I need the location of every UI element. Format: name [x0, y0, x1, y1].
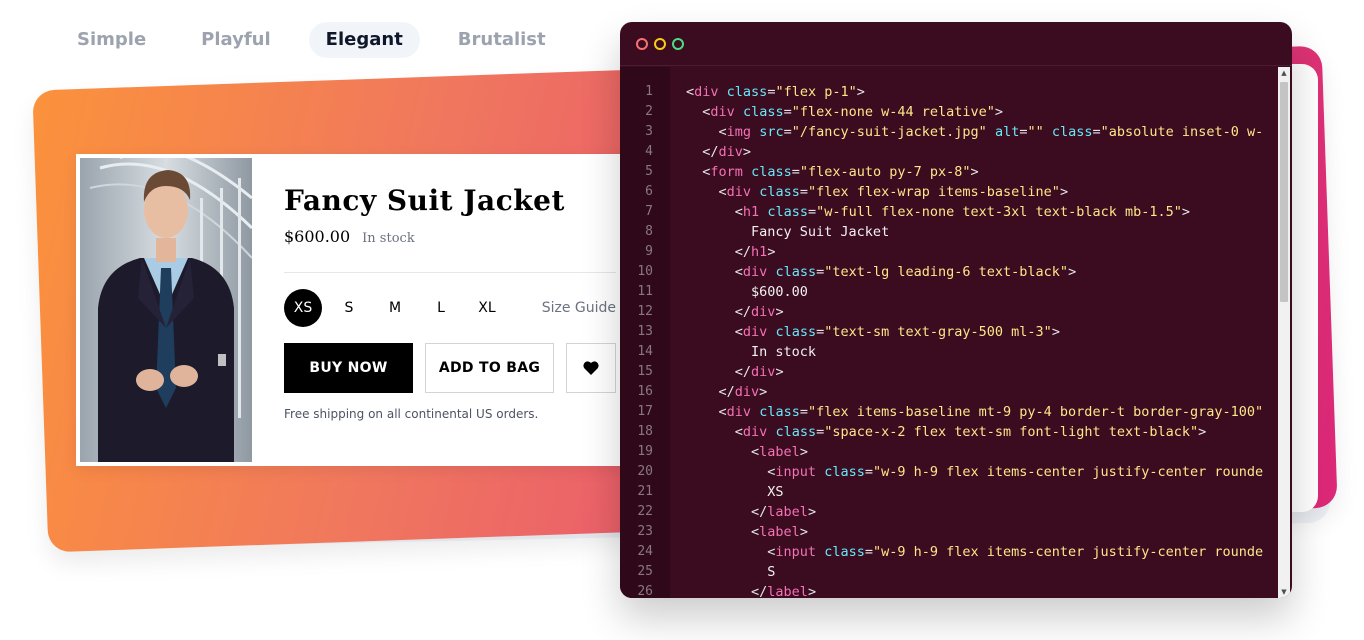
size-option-xl[interactable]: XL — [468, 289, 506, 327]
line-number: 22 — [637, 504, 653, 519]
product-photo — [80, 158, 252, 462]
line-number: 26 — [637, 584, 653, 598]
code-line: </div> — [734, 304, 784, 320]
product-title: Fancy Suit Jacket — [284, 184, 565, 217]
size-guide-link[interactable]: Size Guide — [542, 300, 616, 316]
line-number: 18 — [637, 424, 653, 439]
code-line: <img src="/fancy-suit-jacket.jpg" alt=""… — [718, 124, 1264, 140]
code-line: <input class="w-9 h-9 flex items-center … — [767, 544, 1264, 560]
code-line: XS — [686, 484, 784, 500]
code-line: </label> — [751, 504, 817, 520]
code-line: <form class="flex-auto py-7 px-8"> — [702, 164, 979, 180]
code-line: </div> — [734, 364, 784, 380]
code-line: In stock — [686, 344, 817, 360]
line-number: 7 — [645, 204, 653, 219]
product-price: $600.00 — [284, 227, 351, 246]
code-line: <div class="flex p-1"> — [686, 84, 865, 100]
tab-elegant[interactable]: Elegant — [308, 22, 420, 58]
buy-now-button[interactable]: BUY NOW — [284, 343, 413, 393]
code-line: <label> — [751, 444, 808, 460]
line-number: 9 — [645, 244, 653, 259]
size-selector: XS S M L XL Size Guide — [284, 289, 616, 327]
tab-brutalist[interactable]: Brutalist — [441, 22, 563, 58]
line-number: 4 — [645, 144, 653, 159]
line-number: 24 — [637, 544, 653, 559]
code-line: <input class="w-9 h-9 flex items-center … — [767, 464, 1264, 480]
price-row: $600.00 In stock — [284, 227, 616, 246]
scroll-down-arrow-icon[interactable]: ▼ — [1280, 588, 1288, 596]
code-content[interactable]: <div class="flex p-1"> <div class="flex-… — [686, 82, 1278, 598]
code-area: 1 2 3 4 5 6 7 8 9 10 11 12 13 14 15 16 17 18 19 20 21 22 23 24 2… — [620, 67, 1292, 598]
code-line: <div class="flex-none w-44 relative"> — [702, 104, 1004, 120]
line-number: 8 — [645, 224, 653, 239]
line-number: 20 — [637, 464, 653, 479]
suit-jacket-image — [80, 158, 252, 462]
stock-status: In stock — [362, 231, 415, 246]
product-card: Fancy Suit Jacket $600.00 In stock XS S … — [76, 154, 652, 466]
code-line: <div class="space-x-2 flex text-sm font-… — [734, 424, 1207, 440]
code-line: </h1> — [734, 244, 776, 260]
line-number: 23 — [637, 524, 653, 539]
product-info: Fancy Suit Jacket $600.00 In stock XS S … — [284, 184, 616, 421]
add-to-bag-button[interactable]: ADD TO BAG — [425, 343, 554, 393]
line-number: 17 — [637, 404, 653, 419]
tab-simple[interactable]: Simple — [60, 22, 163, 58]
style-tabs: Simple Playful Elegant Brutalist — [60, 22, 584, 58]
editor-titlebar — [620, 22, 1292, 66]
code-line: </div> — [718, 384, 768, 400]
line-number: 11 — [637, 284, 653, 299]
tab-playful[interactable]: Playful — [184, 22, 288, 58]
close-dot-icon[interactable] — [636, 37, 648, 50]
line-number: 5 — [645, 164, 653, 179]
scrollbar-thumb[interactable] — [1280, 82, 1288, 302]
size-option-xs[interactable]: XS — [284, 289, 322, 327]
divider — [284, 272, 616, 273]
line-number: 1 — [645, 84, 653, 99]
maximize-dot-icon[interactable] — [672, 37, 684, 50]
code-editor: 1 2 3 4 5 6 7 8 9 10 11 12 13 14 15 16 17 18 19 20 21 22 23 24 2… — [620, 22, 1292, 598]
heart-icon — [583, 361, 599, 375]
size-option-s[interactable]: S — [330, 289, 368, 327]
line-number: 13 — [637, 324, 653, 339]
code-line: S — [686, 564, 776, 580]
line-number: 25 — [637, 564, 653, 579]
scroll-up-arrow-icon[interactable]: ▲ — [1280, 69, 1288, 77]
line-number: 2 — [645, 104, 653, 119]
line-number: 21 — [637, 484, 653, 499]
action-buttons: BUY NOW ADD TO BAG — [284, 343, 616, 393]
size-option-m[interactable]: M — [376, 289, 414, 327]
code-line: </div> — [702, 144, 752, 160]
code-line: </label> — [751, 584, 817, 598]
line-number: 3 — [645, 124, 653, 139]
code-line: <div class="text-lg leading-6 text-black… — [734, 264, 1077, 280]
line-number: 12 — [637, 304, 653, 319]
code-line: <h1 class="w-full flex-none text-3xl tex… — [734, 204, 1190, 220]
line-number: 10 — [637, 264, 653, 279]
code-line: <label> — [751, 524, 808, 540]
code-line: <div class="text-sm text-gray-500 ml-3"> — [734, 324, 1060, 340]
shipping-note: Free shipping on all continental US orde… — [284, 407, 539, 421]
line-number: 6 — [645, 184, 653, 199]
code-line: <div class="flex items-baseline mt-9 py-… — [718, 404, 1264, 420]
minimize-dot-icon[interactable] — [654, 37, 666, 50]
code-line: Fancy Suit Jacket — [686, 224, 890, 240]
code-line: <div class="flex flex-wrap items-baselin… — [718, 184, 1069, 200]
line-number-gutter: 1 2 3 4 5 6 7 8 9 10 11 12 13 14 15 16 17 18 19 20 21 22 23 24 2… — [620, 67, 670, 598]
size-option-l[interactable]: L — [422, 289, 460, 327]
line-number: 19 — [637, 444, 653, 459]
line-number: 16 — [637, 384, 653, 399]
favorite-button[interactable] — [566, 343, 616, 393]
code-line: $600.00 — [686, 284, 808, 300]
line-number: 14 — [637, 344, 653, 359]
line-number: 15 — [637, 364, 653, 379]
